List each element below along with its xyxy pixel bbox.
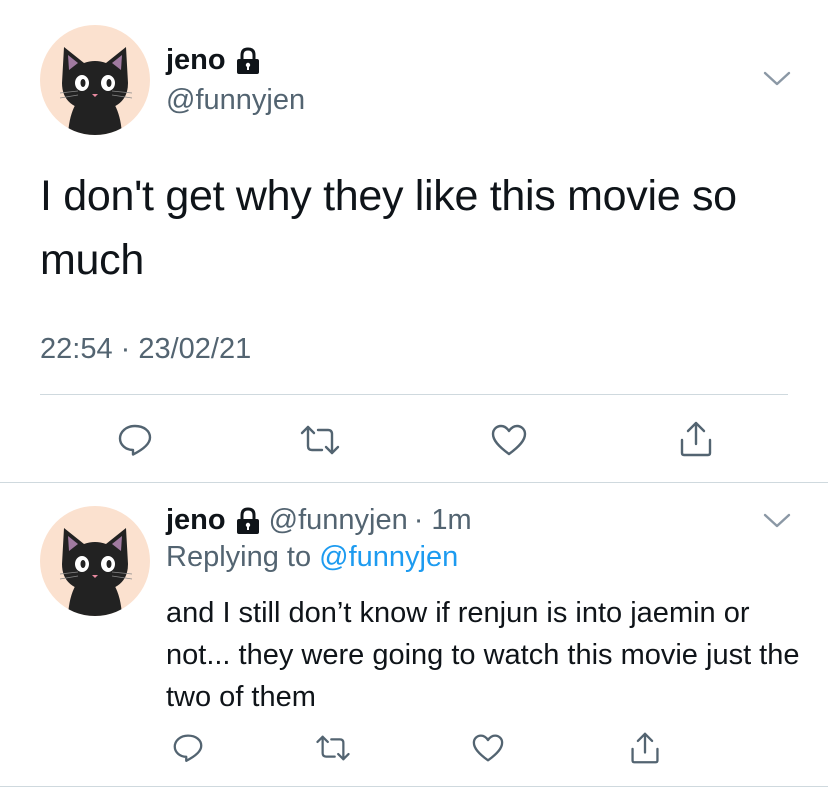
like-button[interactable] xyxy=(489,420,529,460)
avatar[interactable] xyxy=(40,506,150,616)
divider xyxy=(0,786,828,787)
replying-to-mention[interactable]: @funnyjen xyxy=(319,541,458,573)
retweet-icon xyxy=(316,735,350,761)
retweet-icon xyxy=(300,425,340,455)
black-cat-avatar-icon xyxy=(59,47,133,135)
like-icon xyxy=(472,734,504,762)
avatar[interactable] xyxy=(40,25,150,135)
divider xyxy=(40,394,788,395)
share-button[interactable] xyxy=(627,728,663,768)
reply-text: and I still don’t know if renjun is into… xyxy=(166,597,800,713)
like-icon xyxy=(491,424,527,456)
replying-to-label: Replying to xyxy=(166,541,312,573)
replying-to: Replying to @funnyjen xyxy=(166,541,458,574)
author-handle[interactable]: @funnyjen xyxy=(269,504,408,537)
retweet-button[interactable] xyxy=(313,730,353,766)
black-cat-avatar-icon xyxy=(59,528,133,616)
reply-icon xyxy=(118,424,152,456)
author-name[interactable]: jeno xyxy=(166,44,226,77)
tweet-author-row: jeno xyxy=(166,44,261,77)
like-button[interactable] xyxy=(470,730,506,766)
share-icon xyxy=(631,732,659,764)
author-handle[interactable]: @funnyjen xyxy=(166,84,305,117)
tweet-text: I don't get why they like this movie so … xyxy=(40,172,737,284)
reply-author-row: jeno @funnyjen · 1m xyxy=(166,504,472,537)
retweet-button[interactable] xyxy=(298,420,342,460)
share-icon xyxy=(680,421,712,457)
share-button[interactable] xyxy=(676,418,716,460)
lock-icon xyxy=(236,46,259,74)
chevron-down-icon[interactable] xyxy=(762,510,792,530)
chevron-down-icon[interactable] xyxy=(762,68,792,88)
reply-button[interactable] xyxy=(115,420,155,460)
divider xyxy=(0,482,828,483)
author-name[interactable]: jeno xyxy=(166,504,226,537)
lock-icon xyxy=(236,506,259,534)
reply-button[interactable] xyxy=(170,730,206,766)
tweet-timestamp[interactable]: 22:54 · 23/02/21 xyxy=(40,333,251,366)
reply-icon xyxy=(173,734,203,762)
reply-time[interactable]: · 1m xyxy=(414,504,472,537)
